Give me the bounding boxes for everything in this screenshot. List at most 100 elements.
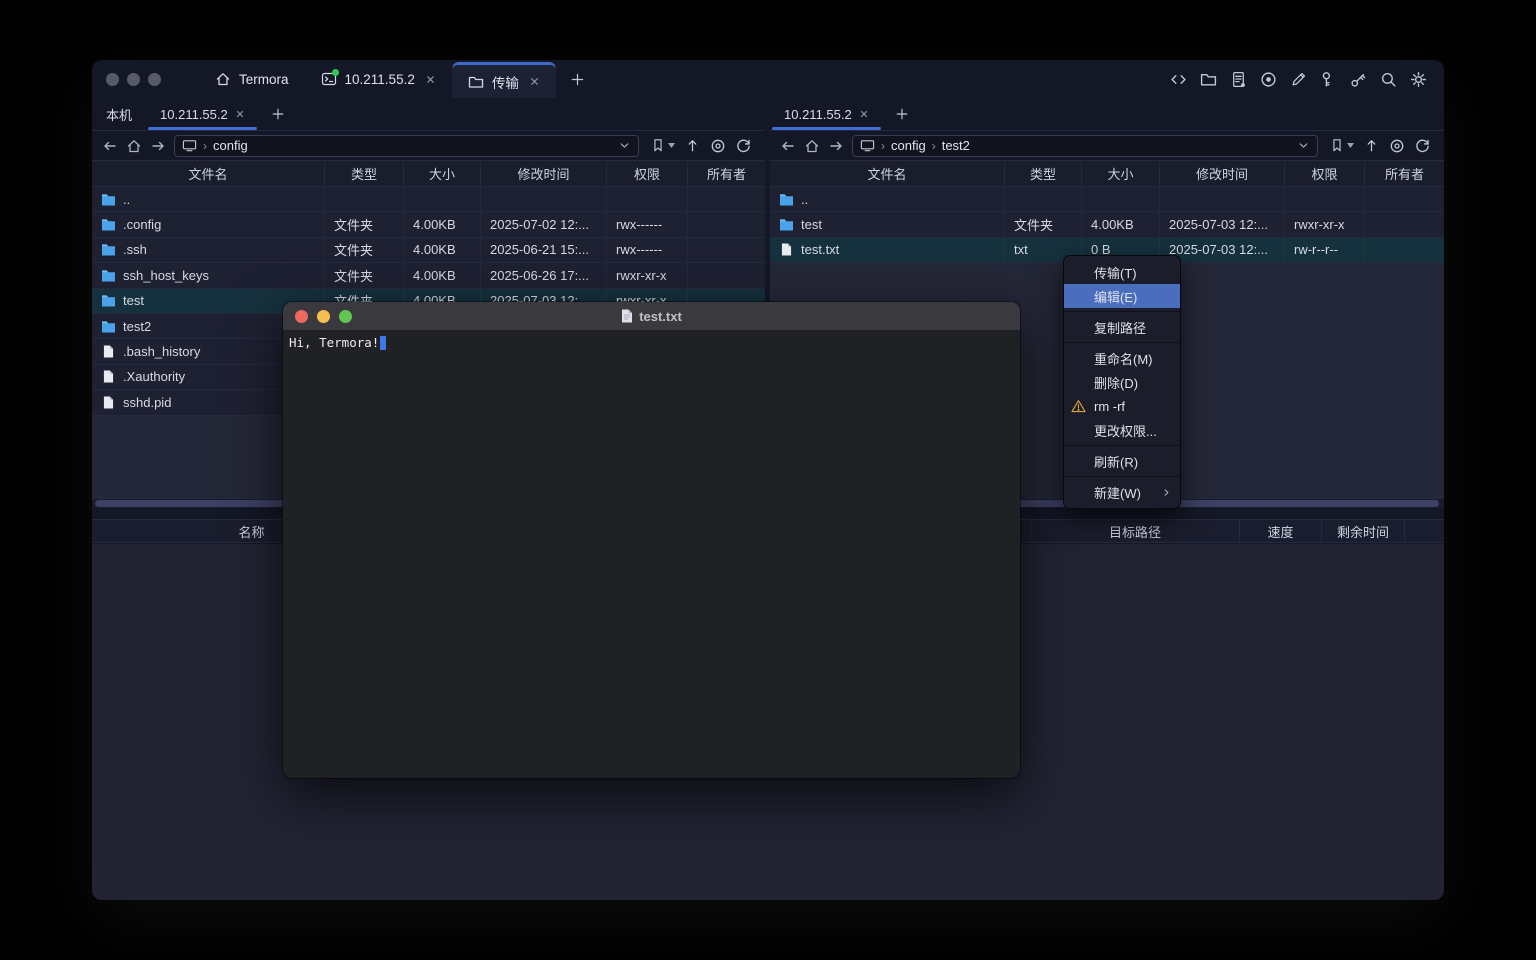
menu-item-edit[interactable]: 编辑(E) bbox=[1064, 284, 1180, 308]
menu-separator bbox=[1064, 342, 1180, 343]
folder-icon bbox=[101, 294, 116, 307]
menu-item-refresh[interactable]: 刷新(R) bbox=[1064, 449, 1180, 473]
back-icon[interactable] bbox=[102, 138, 118, 154]
close-tab-icon[interactable] bbox=[859, 109, 869, 119]
close-tab-icon[interactable] bbox=[425, 74, 436, 85]
column-header-perms[interactable]: 权限 bbox=[607, 161, 688, 186]
keychain-icon[interactable] bbox=[1350, 71, 1367, 88]
menu-item-rename[interactable]: 重命名(M) bbox=[1064, 346, 1180, 370]
pane-tab-remote[interactable]: 10.211.55.2 bbox=[770, 98, 883, 130]
column-header-remaining-time[interactable]: 剩余时间 bbox=[1322, 520, 1405, 542]
bookmark-icon[interactable] bbox=[1330, 138, 1344, 153]
column-header-size[interactable]: 大小 bbox=[404, 161, 481, 186]
show-hidden-files-icon[interactable] bbox=[710, 138, 726, 154]
close-tab-icon[interactable] bbox=[529, 76, 540, 87]
edit-icon[interactable] bbox=[1290, 71, 1307, 88]
path-input[interactable]: › config › test2 bbox=[852, 135, 1318, 157]
table-row[interactable]: .ssh 文件夹4.00KB2025-06-21 15:...rwx------ bbox=[92, 238, 765, 263]
pane-tab-remote[interactable]: 10.211.55.2 bbox=[146, 98, 259, 130]
menu-item-new[interactable]: 新建(W) bbox=[1064, 480, 1180, 504]
upload-icon[interactable] bbox=[685, 138, 700, 153]
settings-icon[interactable] bbox=[1410, 71, 1427, 88]
titlebar-actions bbox=[1170, 60, 1444, 98]
home-icon[interactable] bbox=[804, 138, 820, 154]
termora-app-window: Termora 10.211.55.2 传输 bbox=[92, 60, 1444, 900]
folder-icon bbox=[101, 320, 116, 333]
menu-item-rm-rf[interactable]: rm -rf bbox=[1064, 394, 1180, 418]
new-tab-button[interactable] bbox=[556, 60, 599, 98]
minimize-window-button[interactable] bbox=[127, 73, 140, 86]
computer-icon bbox=[860, 138, 875, 153]
column-header-name[interactable]: 文件名 bbox=[92, 161, 325, 186]
bookmark-dropdown-icon[interactable] bbox=[668, 143, 675, 148]
app-titlebar: Termora 10.211.55.2 传输 bbox=[92, 60, 1444, 98]
column-header-type[interactable]: 类型 bbox=[1005, 161, 1082, 186]
column-header-speed[interactable]: 速度 bbox=[1240, 520, 1322, 542]
chevron-down-icon[interactable] bbox=[1297, 139, 1310, 152]
path-segment[interactable]: config bbox=[213, 138, 248, 153]
maximize-window-button[interactable] bbox=[339, 310, 352, 323]
upload-icon[interactable] bbox=[1364, 138, 1379, 153]
log-icon[interactable] bbox=[1230, 71, 1247, 88]
back-icon[interactable] bbox=[780, 138, 796, 154]
search-icon[interactable] bbox=[1380, 71, 1397, 88]
key-icon[interactable] bbox=[1320, 71, 1337, 88]
tab-termora-home[interactable]: Termora bbox=[199, 60, 305, 98]
column-header-size[interactable]: 大小 bbox=[1082, 161, 1160, 186]
folder-icon[interactable] bbox=[1200, 71, 1217, 88]
path-input[interactable]: › config bbox=[174, 135, 639, 157]
menu-item-delete[interactable]: 删除(D) bbox=[1064, 370, 1180, 394]
minimize-window-button[interactable] bbox=[317, 310, 330, 323]
text-editor-window: test.txt Hi, Termora! bbox=[283, 302, 1020, 778]
path-segment[interactable]: config bbox=[891, 138, 926, 153]
path-separator: › bbox=[881, 139, 885, 153]
menu-item-transfer[interactable]: 传输(T) bbox=[1064, 260, 1180, 284]
path-separator: › bbox=[203, 139, 207, 153]
close-window-button[interactable] bbox=[106, 73, 119, 86]
new-pane-tab-button[interactable] bbox=[883, 98, 921, 130]
column-header-owner[interactable]: 所有者 bbox=[1365, 161, 1444, 186]
table-row[interactable]: .config 文件夹4.00KB2025-07-02 12:...rwx---… bbox=[92, 212, 765, 237]
path-segment[interactable]: test2 bbox=[942, 138, 970, 153]
column-header-modified[interactable]: 修改时间 bbox=[1160, 161, 1285, 186]
table-row[interactable]: .. bbox=[770, 187, 1444, 212]
chevron-down-icon[interactable] bbox=[618, 139, 631, 152]
column-header-modified[interactable]: 修改时间 bbox=[481, 161, 607, 186]
right-pane-tab-bar: 10.211.55.2 bbox=[770, 98, 1444, 131]
column-header-target-path[interactable]: 目标路径 bbox=[1031, 520, 1240, 542]
close-window-button[interactable] bbox=[295, 310, 308, 323]
home-icon[interactable] bbox=[126, 138, 142, 154]
editor-title: test.txt bbox=[639, 309, 682, 324]
close-tab-icon[interactable] bbox=[235, 109, 245, 119]
code-icon[interactable] bbox=[1170, 71, 1187, 88]
column-header-type[interactable]: 类型 bbox=[325, 161, 404, 186]
menu-item-copy-path[interactable]: 复制路径 bbox=[1064, 315, 1180, 339]
forward-icon[interactable] bbox=[828, 138, 844, 154]
bookmark-icon[interactable] bbox=[651, 138, 665, 153]
path-separator: › bbox=[932, 139, 936, 153]
forward-icon[interactable] bbox=[150, 138, 166, 154]
new-pane-tab-button[interactable] bbox=[259, 98, 297, 130]
table-row[interactable]: ssh_host_keys 文件夹4.00KB2025-06-26 17:...… bbox=[92, 263, 765, 288]
pane-tab-local[interactable]: 本机 bbox=[92, 98, 146, 130]
column-header-perms[interactable]: 权限 bbox=[1285, 161, 1365, 186]
tab-label: 10.211.55.2 bbox=[345, 72, 415, 87]
table-row[interactable]: .. bbox=[92, 187, 765, 212]
menu-item-chmod[interactable]: 更改权限... bbox=[1064, 418, 1180, 442]
record-icon[interactable] bbox=[1260, 71, 1277, 88]
bookmark-dropdown-icon[interactable] bbox=[1347, 143, 1354, 148]
folder-icon bbox=[101, 243, 116, 256]
file-icon bbox=[101, 396, 116, 409]
editor-titlebar[interactable]: test.txt bbox=[283, 302, 1020, 330]
table-row[interactable]: test 文件夹4.00KB2025-07-03 12:...rwxr-xr-x bbox=[770, 212, 1444, 237]
column-header-name[interactable]: 文件名 bbox=[770, 161, 1005, 186]
menu-separator bbox=[1064, 476, 1180, 477]
tab-transfer[interactable]: 传输 bbox=[452, 62, 556, 98]
refresh-icon[interactable] bbox=[1415, 138, 1430, 153]
column-header-owner[interactable]: 所有者 bbox=[688, 161, 765, 186]
maximize-window-button[interactable] bbox=[148, 73, 161, 86]
editor-content[interactable]: Hi, Termora! bbox=[283, 330, 1020, 355]
show-hidden-files-icon[interactable] bbox=[1389, 138, 1405, 154]
refresh-icon[interactable] bbox=[736, 138, 751, 153]
tab-ssh-session[interactable]: 10.211.55.2 bbox=[305, 60, 452, 98]
